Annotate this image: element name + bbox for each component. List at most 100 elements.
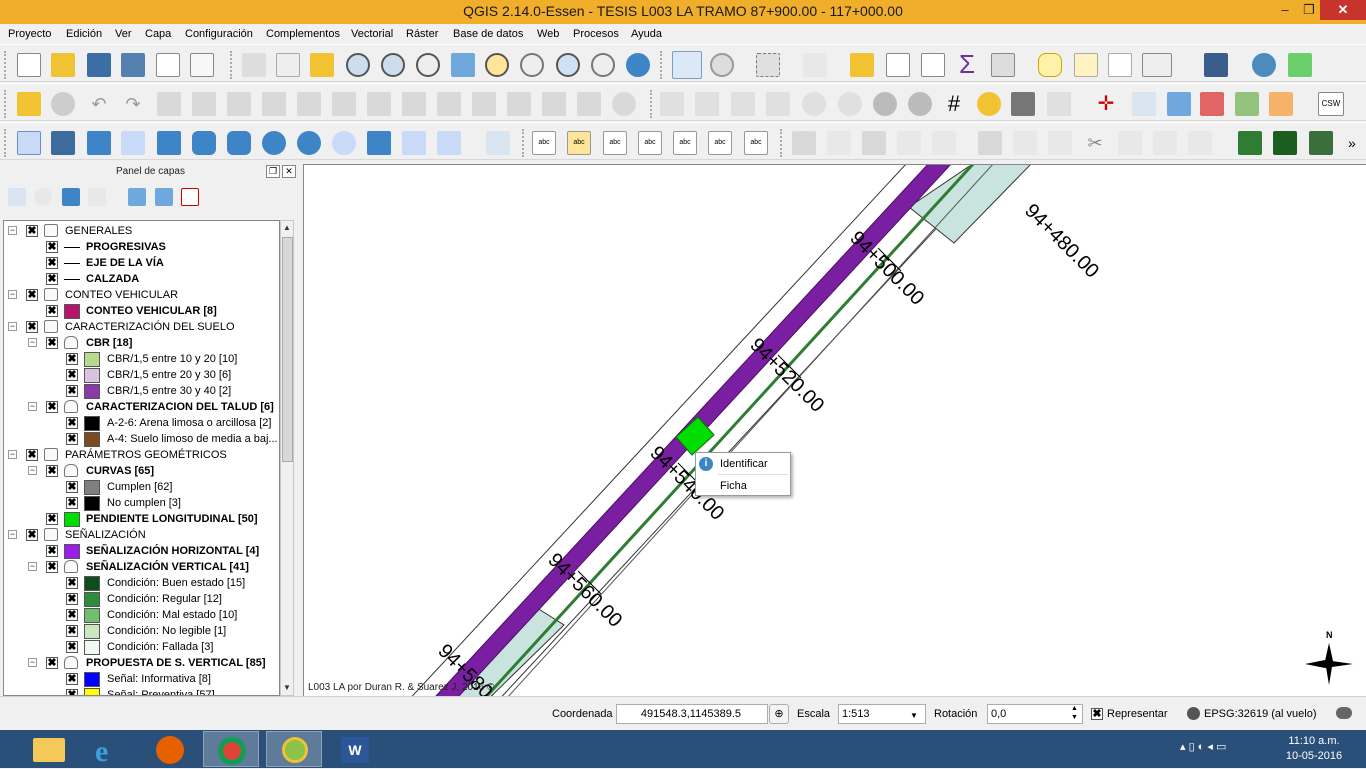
qgis-icon[interactable] <box>266 731 322 767</box>
decrease-brightness-icon[interactable] <box>838 92 862 116</box>
firefox-icon[interactable] <box>142 731 198 767</box>
db-manager-icon[interactable] <box>1167 92 1191 116</box>
minimize-button[interactable]: – <box>1272 0 1298 20</box>
node-tool-icon[interactable] <box>978 131 1002 155</box>
add-oracle-layer-icon[interactable] <box>227 131 251 155</box>
pin-labels-icon[interactable]: abc <box>567 131 591 155</box>
topology-checker-icon[interactable] <box>1235 92 1259 116</box>
tree-layer-curvas[interactable]: − ✖ CURVAS [65] <box>4 463 279 479</box>
add-part-icon[interactable] <box>227 92 251 116</box>
tree-class-a-4[interactable]: ✖ A-4: Suelo limoso de media a baj... <box>4 431 279 447</box>
digitize-triangle-icon[interactable] <box>17 92 41 116</box>
menu-procesos[interactable]: Procesos <box>573 28 619 40</box>
vertex-tool-icon[interactable] <box>1200 92 1224 116</box>
taskbar-clock[interactable]: 11:10 a.m. 10-05-2016 <box>1278 734 1350 764</box>
collapse-all-icon[interactable] <box>155 188 173 206</box>
tree-class-a-2-6[interactable]: ✖ A-2-6: Arena limosa o arcillosa [2] <box>4 415 279 431</box>
toolbar-handle[interactable] <box>4 90 8 118</box>
add-vector-layer-icon[interactable] <box>17 131 41 155</box>
map-tips-icon[interactable] <box>1038 53 1062 77</box>
class-visibility-checkbox[interactable]: ✖ <box>66 593 78 605</box>
menu-vectorial[interactable]: Vectorial <box>351 28 393 40</box>
increase-contrast-icon[interactable] <box>873 92 897 116</box>
coordinate-capture-icon[interactable]: ✛ <box>1094 92 1118 116</box>
class-visibility-checkbox[interactable]: ✖ <box>66 689 78 695</box>
local-cumulative-icon[interactable] <box>766 92 790 116</box>
open-project-icon[interactable] <box>51 53 75 77</box>
context-item-identificar[interactable]: Identificar <box>696 453 790 475</box>
increase-brightness-icon[interactable] <box>802 92 826 116</box>
add-group-icon[interactable] <box>8 188 26 206</box>
layer-visibility-checkbox[interactable]: ✖ <box>46 561 58 573</box>
identify-features-icon[interactable] <box>672 51 702 79</box>
class-visibility-checkbox[interactable]: ✖ <box>66 481 78 493</box>
local-histogram-icon[interactable] <box>695 92 719 116</box>
help-icon[interactable] <box>1204 53 1228 77</box>
toggle-editing-icon[interactable] <box>827 131 851 155</box>
menu-edicion[interactable]: Edición <box>66 28 102 40</box>
rotation-spinbox[interactable]: 0,0 <box>987 704 1083 724</box>
layer-visibility-checkbox[interactable]: ✖ <box>46 401 58 413</box>
class-visibility-checkbox[interactable]: ✖ <box>66 625 78 637</box>
collapse-toggle[interactable]: − <box>28 658 37 667</box>
class-visibility-checkbox[interactable]: ✖ <box>66 417 78 429</box>
layer-visibility-checkbox[interactable]: ✖ <box>26 529 38 541</box>
add-wcs-layer-icon[interactable] <box>297 131 321 155</box>
map-canvas[interactable]: 94+480.00 94+500.00 94+520.00 94+540.00 … <box>303 164 1366 696</box>
decrease-contrast-icon[interactable] <box>908 92 932 116</box>
tree-class-cbr-30-40[interactable]: ✖ CBR/1,5 entre 30 y 40 [2] <box>4 383 279 399</box>
add-spatialite-layer-icon[interactable] <box>121 131 145 155</box>
context-item-ficha[interactable]: Ficha <box>696 475 790 497</box>
menu-proyecto[interactable]: Proyecto <box>8 28 51 40</box>
add-wfs-layer-icon[interactable] <box>332 131 356 155</box>
tree-class-fallada[interactable]: ✖ Condición: Fallada [3] <box>4 639 279 655</box>
histogram-stretch-icon[interactable] <box>660 92 684 116</box>
split-features-icon[interactable] <box>437 92 461 116</box>
plugin-green-icon[interactable] <box>1238 131 1262 155</box>
class-visibility-checkbox[interactable]: ✖ <box>66 577 78 589</box>
toolbar-handle[interactable] <box>650 90 654 118</box>
add-wms-layer-icon[interactable] <box>262 131 286 155</box>
deselect-icon[interactable] <box>850 53 874 77</box>
add-postgis-layer-icon[interactable] <box>87 131 111 155</box>
redo-icon[interactable]: ↷ <box>121 92 145 116</box>
pan-hand-icon[interactable] <box>276 53 300 77</box>
menu-ayuda[interactable]: Ayuda <box>631 28 662 40</box>
add-feature-icon[interactable] <box>897 131 921 155</box>
move-label-icon[interactable]: abc <box>673 131 697 155</box>
add-ring-icon[interactable] <box>192 92 216 116</box>
collapse-toggle[interactable]: − <box>8 530 17 539</box>
toolbar-handle[interactable] <box>522 129 526 157</box>
menu-complementos[interactable]: Complementos <box>266 28 340 40</box>
cut-features-icon[interactable]: ✂ <box>1083 131 1107 155</box>
toolbar-overflow-icon[interactable]: » <box>1348 131 1362 155</box>
rotation-stepper-icon[interactable]: ▲ ▼ <box>1071 704 1078 722</box>
merge-attributes-icon[interactable] <box>542 92 566 116</box>
tree-class-preventiva[interactable]: ✖ Señal: Preventiva [57] <box>4 687 279 695</box>
scroll-up-arrow[interactable]: ▲ <box>281 221 293 235</box>
tree-class-cumplen[interactable]: ✖ Cumplen [62] <box>4 479 279 495</box>
add-raster-layer-icon[interactable] <box>51 131 75 155</box>
rotate-label-tool-icon[interactable]: abc <box>708 131 732 155</box>
undo-icon[interactable]: ↶ <box>87 92 111 116</box>
create-layer-icon[interactable] <box>486 131 510 155</box>
reshape-features-icon[interactable] <box>367 92 391 116</box>
show-bookmarks-icon[interactable] <box>1108 53 1132 77</box>
collapse-toggle[interactable]: − <box>8 450 17 459</box>
class-visibility-checkbox[interactable]: ✖ <box>66 369 78 381</box>
delete-selected-icon[interactable] <box>1013 131 1037 155</box>
paste-features-icon[interactable] <box>1153 131 1177 155</box>
zonal-statistics-icon[interactable] <box>1047 92 1071 116</box>
system-tray[interactable]: ▴ ▯ ◐ ◂ ▭ <box>1180 740 1226 753</box>
simplify-feature-icon[interactable] <box>157 92 181 116</box>
layer-visibility-checkbox[interactable]: ✖ <box>26 321 38 333</box>
python-console-icon[interactable] <box>1252 53 1276 77</box>
render-checkbox[interactable]: ✖ <box>1091 708 1103 720</box>
add-mssql-layer-icon[interactable] <box>157 131 181 155</box>
zoom-last-icon[interactable] <box>556 53 580 77</box>
toolbar-handle[interactable] <box>4 51 8 79</box>
class-visibility-checkbox[interactable]: ✖ <box>66 353 78 365</box>
run-action-icon[interactable] <box>710 53 734 77</box>
layer-visibility-checkbox[interactable]: ✖ <box>46 657 58 669</box>
scroll-down-arrow[interactable]: ▼ <box>281 681 293 695</box>
